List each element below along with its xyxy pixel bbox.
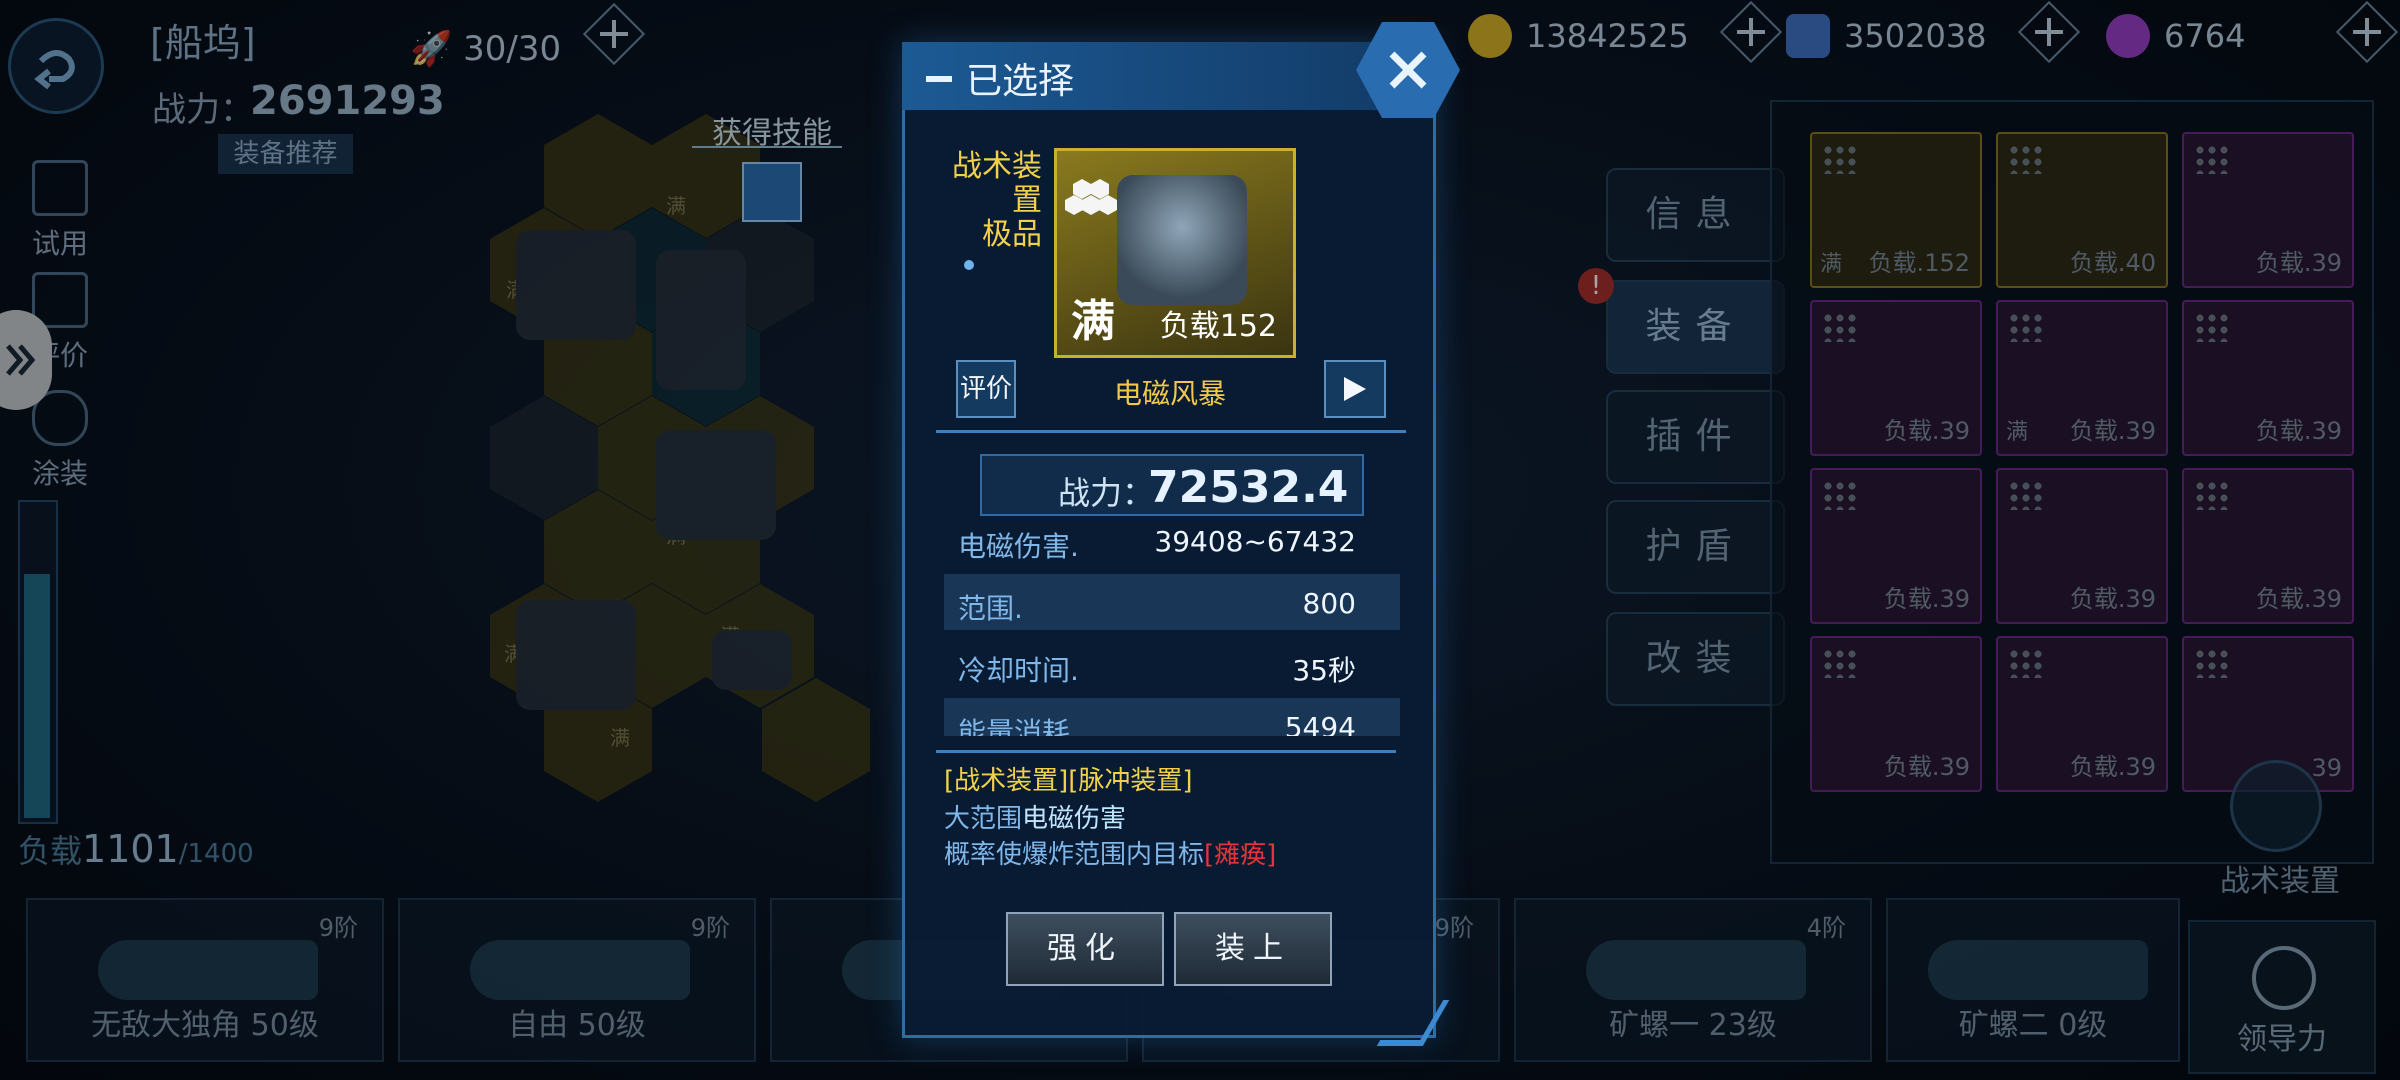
close-icon xyxy=(1389,51,1427,89)
desc-text: 大范围 xyxy=(944,804,1023,834)
divider xyxy=(936,750,1396,753)
item-category: 战术装置 极品 xyxy=(924,150,1042,252)
stat-value: 800 xyxy=(1302,587,1356,620)
play-icon xyxy=(1344,377,1366,401)
rate-button[interactable]: 评价 xyxy=(956,360,1016,418)
stat-row: 电磁伤害. 39408~67432 xyxy=(944,512,1400,568)
item-power-box: 战力： 72532.4 xyxy=(980,454,1364,516)
desc-highlight: 电磁伤害 xyxy=(1022,804,1127,834)
stat-key: 电磁伤害. xyxy=(958,530,1079,563)
item-load: 负载152 xyxy=(1159,309,1277,344)
desc-status: [瘫痪] xyxy=(1204,840,1277,870)
stat-value: 39408~67432 xyxy=(1154,525,1356,558)
stat-row: 能量消耗. 5494 xyxy=(944,698,1400,736)
stat-key: 范围. xyxy=(958,592,1023,625)
stat-row: 冷却时间. 35秒 xyxy=(944,636,1400,692)
minus-icon xyxy=(926,76,952,82)
stat-value: 35秒 xyxy=(1292,654,1356,687)
desc-text: 概率使爆炸范围内目标 xyxy=(944,840,1205,870)
electromagnetic-storm-icon xyxy=(1117,175,1247,305)
dialog-title: 已选择 xyxy=(966,61,1075,102)
item-power-label: 战力： xyxy=(1058,474,1155,512)
item-power-value: 72532.4 xyxy=(1148,462,1349,513)
divider xyxy=(936,430,1406,433)
preview-button[interactable] xyxy=(1324,360,1386,418)
equip-button[interactable]: 装上 xyxy=(1174,912,1332,986)
item-desc-line: 概率使爆炸范围内目标[瘫痪] xyxy=(944,834,1276,871)
hex-dot xyxy=(1082,195,1100,215)
grade-text: 极品 xyxy=(982,217,1042,252)
tags-text: [战术装置][脉冲装置] xyxy=(944,766,1193,796)
item-tags: [战术装置][脉冲装置] xyxy=(944,760,1193,797)
category-text: 战术装置 xyxy=(952,149,1042,218)
enhance-button[interactable]: 强化 xyxy=(1006,912,1164,986)
item-name: 电磁风暴 xyxy=(1113,377,1226,410)
item-icon-frame: 满 负载152 xyxy=(1054,148,1296,358)
stat-key: 能量消耗. xyxy=(958,716,1079,736)
stat-value: 5494 xyxy=(1284,711,1356,736)
stat-key: 冷却时间. xyxy=(958,654,1079,687)
item-full-mark: 满 xyxy=(1071,296,1115,347)
pointer-dot xyxy=(964,260,974,270)
item-desc-line: 大范围电磁伤害 xyxy=(944,798,1126,835)
stat-row: 范围. 800 xyxy=(944,574,1400,630)
